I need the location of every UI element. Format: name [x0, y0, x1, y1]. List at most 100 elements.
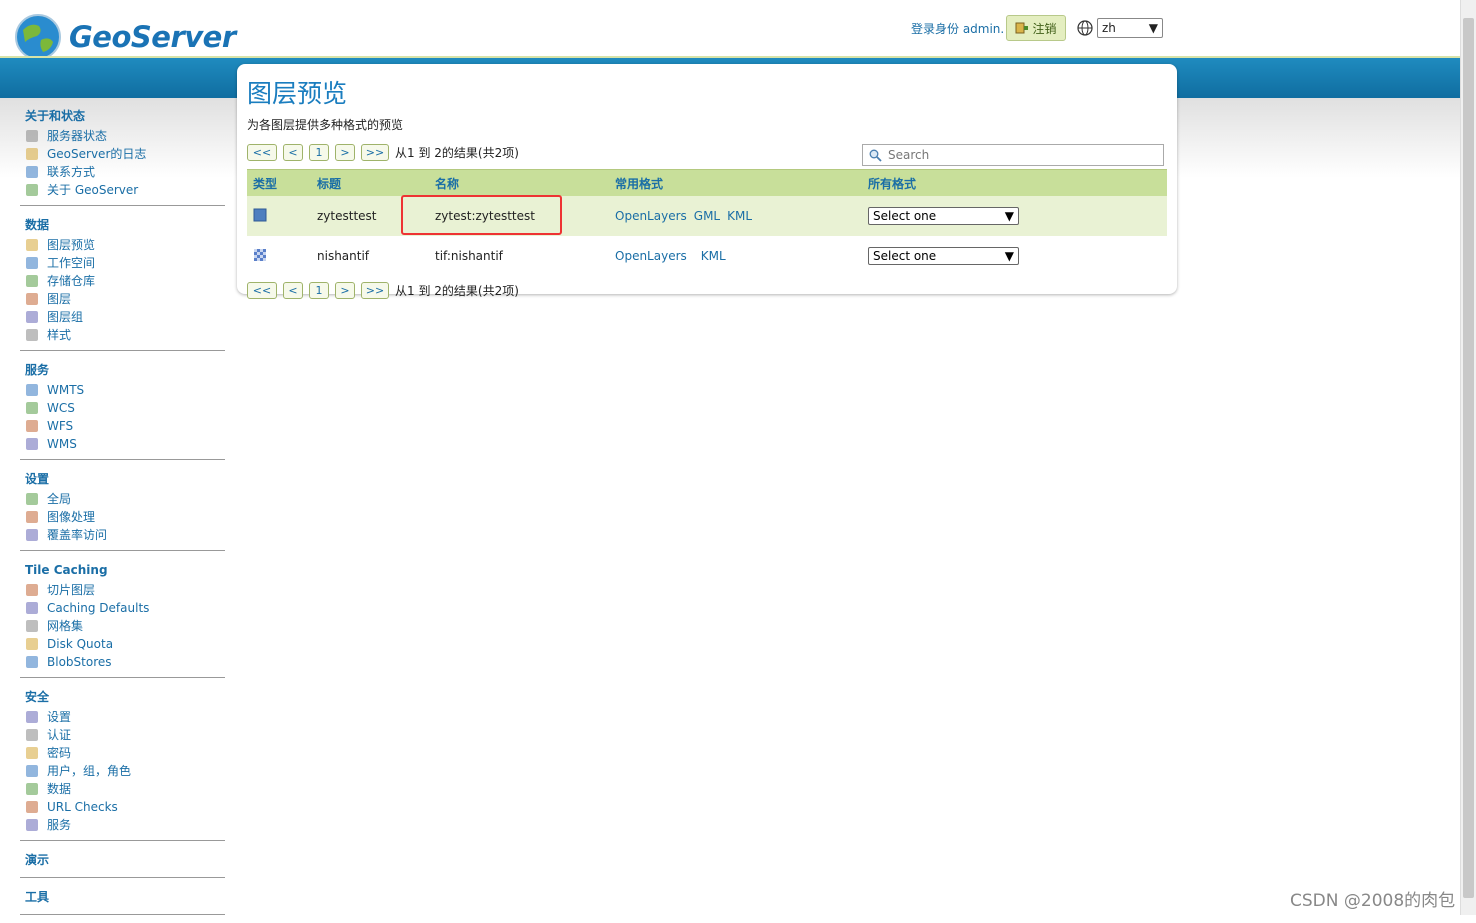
sidebar-item-label: 样式 — [47, 328, 72, 342]
sidebar-item[interactable]: 图层组 — [20, 308, 225, 326]
kml-link[interactable]: KML — [727, 209, 752, 223]
chevron-down-icon: ▼ — [1004, 209, 1014, 223]
sidebar-section-title[interactable]: Tile Caching — [20, 559, 225, 581]
sidebar-item-icon — [25, 655, 39, 669]
sidebar-item[interactable]: 样式 — [20, 326, 225, 344]
sidebar-section-title[interactable]: 数据 — [20, 214, 225, 236]
sidebar-item-icon — [25, 238, 39, 252]
sidebar-item[interactable]: Caching Defaults — [20, 599, 225, 617]
openlayers-link[interactable]: OpenLayers — [615, 249, 687, 263]
chevron-down-icon: ▼ — [1004, 249, 1014, 263]
sidebar-item[interactable]: BlobStores — [20, 653, 225, 671]
sidebar-item[interactable]: WMTS — [20, 381, 225, 399]
sidebar-item-label: 联系方式 — [47, 165, 96, 179]
sidebar-item[interactable]: WCS — [20, 399, 225, 417]
sidebar-item[interactable]: 全局 — [20, 490, 225, 508]
openlayers-link[interactable]: OpenLayers — [615, 209, 687, 223]
logout-button[interactable]: 注销 — [1006, 15, 1066, 41]
sidebar-item-icon — [25, 256, 39, 270]
sidebar-section-title[interactable]: 工具 — [20, 886, 225, 908]
language-value: zh — [1102, 21, 1116, 35]
sidebar-section-title[interactable]: 关于和状态 — [20, 105, 225, 127]
search-placeholder: Search — [888, 148, 930, 162]
sidebar-item-label: WFS — [47, 419, 74, 433]
all-formats-select[interactable]: Select one ▼ — [868, 247, 1019, 265]
pager-next-button[interactable]: > — [335, 144, 355, 161]
sidebar-item-icon — [25, 746, 39, 760]
highlight-box — [401, 195, 562, 235]
pager-next-button[interactable]: > — [335, 282, 355, 299]
sidebar-item[interactable]: 图层预览 — [20, 236, 225, 254]
layer-table: 类型 标题 名称 常用格式 所有格式 zytesttest zytest:zyt… — [247, 169, 1167, 276]
sidebar-item[interactable]: 网格集 — [20, 617, 225, 635]
header-name[interactable]: 名称 — [435, 175, 615, 192]
sidebar-item[interactable]: 切片图层 — [20, 581, 225, 599]
sidebar-item[interactable]: 图层 — [20, 290, 225, 308]
sidebar-item[interactable]: 关于 GeoServer — [20, 181, 225, 199]
sidebar-section: 数据图层预览工作空间 存储仓库 图层 图层组样式 — [20, 214, 225, 351]
pager-prev-button[interactable]: < — [283, 282, 303, 299]
pager-page-button[interactable]: 1 — [309, 144, 329, 161]
sidebar-item[interactable]: 设置 — [20, 708, 225, 726]
sidebar-item[interactable]: 工作空间 — [20, 254, 225, 272]
sidebar-item[interactable]: 密码 — [20, 744, 225, 762]
sidebar-item[interactable]: 存储仓库 — [20, 272, 225, 290]
sidebar-item-icon — [25, 274, 39, 288]
search-input[interactable]: Search — [862, 144, 1164, 166]
sidebar-item[interactable]: 数据 — [20, 780, 225, 798]
sidebar-item-icon — [25, 147, 39, 161]
sidebar-item[interactable]: 覆盖率访问 — [20, 526, 225, 544]
pager-summary: 从1 到 2的结果(共2项) — [395, 146, 519, 160]
language-select[interactable]: zh ▼ — [1097, 18, 1163, 38]
all-formats-select[interactable]: Select one ▼ — [868, 207, 1019, 225]
header-type[interactable]: 类型 — [247, 175, 317, 192]
sidebar-item[interactable]: GeoServer的日志 — [20, 145, 225, 163]
sidebar-item-icon — [25, 183, 39, 197]
pager-bottom: << < 1 > >> 从1 到 2的结果(共2项) — [247, 282, 519, 299]
scrollbar-thumb[interactable] — [1463, 18, 1474, 898]
kml-link[interactable]: KML — [701, 249, 726, 263]
logout-label: 注销 — [1032, 21, 1057, 36]
sidebar-item-icon — [25, 310, 39, 324]
pager-first-button[interactable]: << — [247, 282, 277, 299]
sidebar-item-icon — [25, 165, 39, 179]
globe-logo-icon — [15, 14, 61, 60]
gml-link[interactable]: GML — [694, 209, 720, 223]
sidebar-item[interactable]: 认证 — [20, 726, 225, 744]
sidebar-section-title[interactable]: 设置 — [20, 468, 225, 490]
sidebar-item-label: 图像处理 — [47, 510, 96, 524]
sidebar-section: 安全设置认证 密码 用户，组，角色 数据 URL Checks 服务 — [20, 686, 225, 841]
sidebar-item[interactable]: 联系方式 — [20, 163, 225, 181]
sidebar-item[interactable]: 服务 — [20, 816, 225, 834]
sidebar-item-label: GeoServer的日志 — [47, 147, 147, 161]
sidebar-item[interactable]: 图像处理 — [20, 508, 225, 526]
sidebar-item-icon — [25, 583, 39, 597]
row-formats: OpenLayers KML — [615, 249, 868, 263]
sidebar-item[interactable]: 用户，组，角色 — [20, 762, 225, 780]
sidebar-item[interactable]: WMS — [20, 435, 225, 453]
pager-page-button[interactable]: 1 — [309, 282, 329, 299]
sidebar-item-label: 图层预览 — [47, 238, 96, 252]
sidebar-item-icon — [25, 492, 39, 506]
login-status: 登录身份 admin. — [911, 22, 1005, 36]
geoserver-logo[interactable]: GeoServer — [13, 12, 236, 62]
pager-last-button[interactable]: >> — [361, 144, 389, 161]
sidebar-item-label: 设置 — [47, 710, 72, 724]
sidebar-item[interactable]: 服务器状态 — [20, 127, 225, 145]
sidebar-section-title[interactable]: 安全 — [20, 686, 225, 708]
sidebar-item-label: WCS — [47, 401, 75, 415]
sidebar-item-label: BlobStores — [47, 655, 112, 669]
sidebar-section: 关于和状态 服务器状态 GeoServer的日志 联系方式关于 GeoServer — [20, 105, 225, 206]
pager-prev-button[interactable]: < — [283, 144, 303, 161]
sidebar-item-icon — [25, 782, 39, 796]
sidebar-item[interactable]: WFS — [20, 417, 225, 435]
sidebar-section-title[interactable]: 演示 — [20, 849, 225, 871]
pager-last-button[interactable]: >> — [361, 282, 389, 299]
row-all-formats: Select one ▼ — [868, 207, 1167, 225]
sidebar-item-icon — [25, 818, 39, 832]
header-title[interactable]: 标题 — [317, 175, 435, 192]
sidebar-item[interactable]: URL Checks — [20, 798, 225, 816]
sidebar-item[interactable]: Disk Quota — [20, 635, 225, 653]
pager-first-button[interactable]: << — [247, 144, 277, 161]
sidebar-section-title[interactable]: 服务 — [20, 359, 225, 381]
